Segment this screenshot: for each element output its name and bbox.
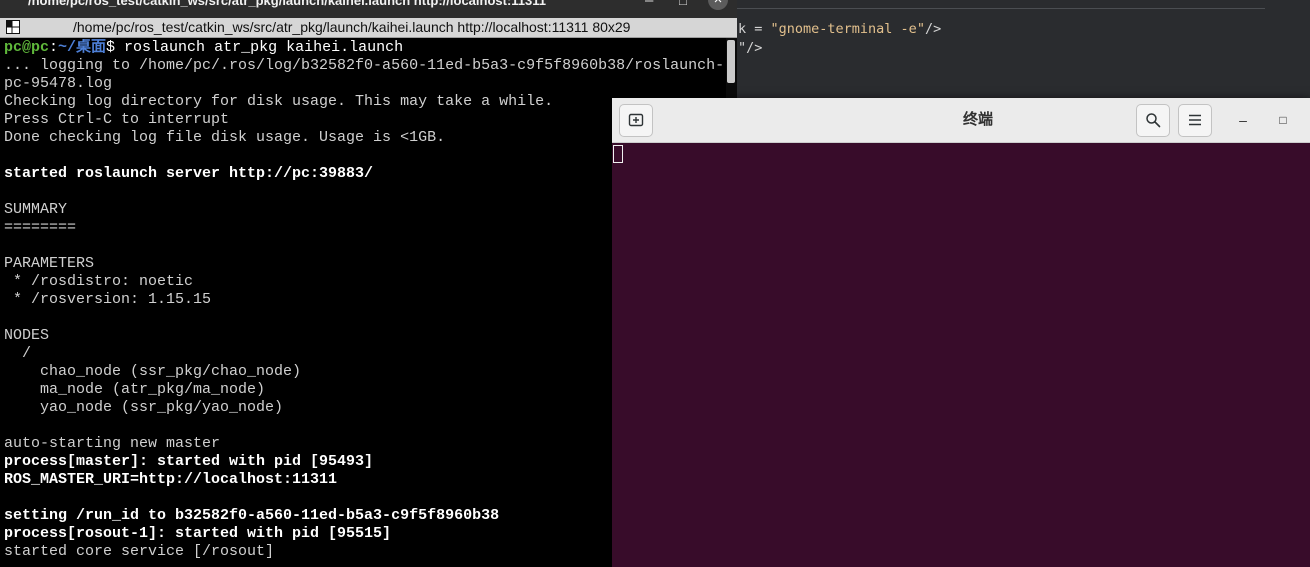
log-path-line: ... logging to /home/pc/.ros/log/b32582f… [4, 57, 725, 74]
new-tab-button[interactable] [619, 104, 653, 137]
gnome-terminal-headerbar[interactable]: 终端 – □ [612, 98, 1310, 143]
menu-button[interactable] [1178, 104, 1212, 137]
menu-icon [1189, 114, 1201, 126]
code-line[interactable]: "/> [738, 39, 762, 57]
xterm-subtitle: /home/pc/ros_test/catkin_ws/src/atr_pkg/… [73, 19, 631, 35]
window-title: 终端 [962, 111, 993, 128]
gnome-terminal-window[interactable]: 终端 – □ [612, 98, 1310, 567]
terminal-content[interactable] [612, 143, 1310, 567]
xterm-titlebar[interactable]: /home/pc/ros_test/catkin_ws/src/atr_pkg/… [0, 0, 737, 18]
search-button[interactable] [1136, 104, 1170, 137]
xterm-window-title: /home/pc/ros_test/catkin_ws/src/atr_pkg/… [28, 0, 547, 8]
text-cursor [613, 145, 623, 163]
maximize-button[interactable]: □ [679, 0, 687, 10]
new-tab-icon [628, 113, 644, 127]
code-line[interactable]: k = "gnome-terminal -e"/> [738, 20, 941, 38]
prompt-separator: : [49, 39, 59, 56]
prompt-path: ~/桌面 [58, 39, 107, 56]
shell-prompt-line: pc@pc:~/桌面$ roslaunch atr_pkg kaihei.lau… [4, 39, 726, 57]
xterm-info-bar: /home/pc/ros_test/catkin_ws/src/atr_pkg/… [0, 18, 737, 38]
code-tag-close: "/> [738, 40, 763, 56]
window-menu-icon[interactable] [6, 20, 20, 34]
prompt-command: $ roslaunch atr_pkg kaihei.launch [106, 39, 404, 56]
search-icon [1146, 113, 1161, 128]
log-file-line: pc-95478.log [4, 75, 113, 92]
prompt-user-host: pc@pc [4, 39, 50, 56]
close-button[interactable]: × [708, 0, 728, 10]
maximize-button[interactable]: □ [1273, 110, 1293, 130]
scrollbar-thumb[interactable] [727, 40, 735, 83]
code-tag-close: /> [924, 21, 942, 37]
code-attribute-fragment: k = [738, 21, 771, 37]
code-string-value: "gnome-terminal -e" [770, 21, 925, 37]
close-icon: × [714, 0, 723, 8]
minimize-button[interactable]: – [1233, 110, 1253, 130]
editor-tab-separator [737, 8, 1265, 9]
minimize-button[interactable]: – [645, 0, 653, 10]
